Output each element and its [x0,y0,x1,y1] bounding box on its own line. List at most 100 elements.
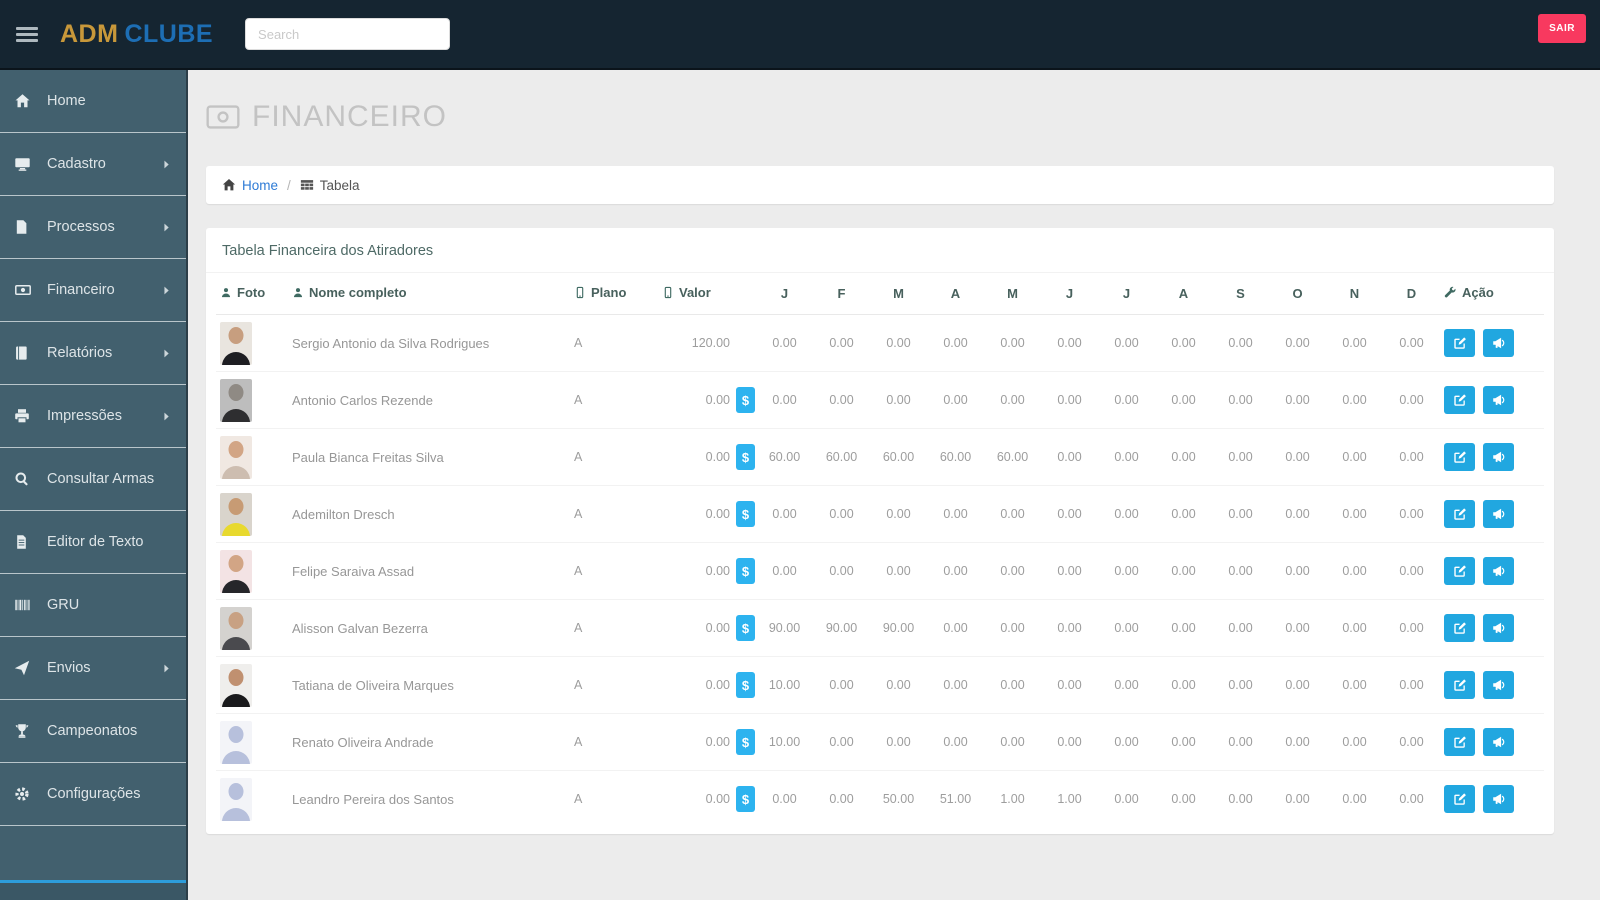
dollar-badge[interactable]: $ [736,615,755,641]
avatar [220,549,252,593]
plano-value: A [570,599,658,657]
month-value-4: 0.00 [927,314,984,372]
foto-cell [216,314,288,372]
table-header-row: Foto Nome completo Plano Valor JFMAMJJAS… [216,273,1544,315]
edit-button[interactable] [1444,557,1475,585]
edit-button[interactable] [1444,728,1475,756]
search-input[interactable] [245,18,451,50]
col-month-9: S [1212,273,1269,315]
edit-button[interactable] [1444,329,1475,357]
hamburger-menu-icon[interactable] [16,24,38,45]
month-value-10: 0.00 [1269,713,1326,771]
sidebar-item-editor-de-texto[interactable]: Editor de Texto [0,511,186,574]
action-cell [1440,599,1544,657]
sidebar-item-processos[interactable]: Processos [0,196,186,259]
book-icon [14,344,36,362]
announce-button[interactable] [1483,671,1515,699]
desktop-icon [14,155,36,173]
edit-icon [1453,792,1467,806]
edit-button[interactable] [1444,500,1475,528]
month-value-8: 0.00 [1171,792,1196,807]
sidebar-item-impressoes[interactable]: Impressões [0,385,186,448]
finance-table-head: Foto Nome completo Plano Valor JFMAMJJAS… [216,273,1544,315]
edit-icon [1453,507,1467,521]
announce-button[interactable] [1483,500,1515,528]
sidebar-item-configuracoes[interactable]: Configurações [0,763,186,826]
announce-button[interactable] [1483,557,1515,585]
edit-button[interactable] [1444,785,1475,814]
announce-button[interactable] [1483,785,1515,814]
dollar-badge[interactable]: $ [736,501,755,527]
breadcrumb: Home / Tabela [206,166,1554,204]
month-value-12: 0.00 [1383,656,1440,714]
sidebar-item-consultar-armas[interactable]: Consultar Armas [0,448,186,511]
month-value-7: 0.00 [1098,599,1155,657]
valor-value: 0.00 [705,450,730,464]
month-value-4: 0.00 [927,656,984,714]
chevron-right-icon [161,663,172,674]
announce-button[interactable] [1483,443,1515,471]
dollar-badge[interactable]: $ [736,387,755,413]
logo-adm: ADM [60,19,119,48]
dollar-badge[interactable]: $ [736,672,755,698]
sidebar-item-financeiro[interactable]: Financeiro [0,259,186,322]
chevron-right-icon [161,159,172,170]
dollar-badge[interactable]: $ [736,729,755,755]
valor-cell: 0.00 $ [658,656,756,714]
sidebar-bottom-strip [0,880,186,900]
main-content: FINANCEIRO Home / Tabela Tabela Financei… [190,70,1600,900]
sidebar-item-home[interactable]: Home [0,70,186,133]
month-value-9: 0.00 [1212,656,1269,714]
breadcrumb-home-link[interactable]: Home [222,178,278,193]
edit-button[interactable] [1444,614,1475,642]
chevron-right-icon [161,411,172,422]
valor-cell: 0.00 $ [658,371,756,429]
sidebar-item-label: Editor de Texto [47,534,144,550]
table-row: Ademilton Dresch A 0.00 $ 0.00 0.00 0.00 0.… [216,485,1544,543]
month-value-9: 0.00 [1212,485,1269,543]
plano-value: A [570,713,658,771]
foto-cell [216,485,288,543]
edit-button[interactable] [1444,671,1475,699]
announce-button[interactable] [1483,728,1515,756]
month-value-3: 50.00 [882,792,915,807]
finance-table-body: Sergio Antonio da Silva Rodrigues A 120.… [216,314,1544,828]
sidebar: Home Cadastro Processos Financeiro Relat… [0,70,188,900]
sidebar-item-label: Impressões [47,408,122,424]
month-value-5: 0.00 [984,485,1041,543]
month-value-1: 0.00 [772,792,797,807]
sidebar-item-label: Configurações [47,786,141,802]
month-value-2: 0.00 [813,371,870,429]
sidebar-item-campeonatos[interactable]: Campeonatos [0,700,186,763]
file-text-icon [14,533,36,551]
edit-button[interactable] [1444,386,1475,414]
sidebar-item-label: GRU [47,597,80,613]
edit-button[interactable] [1444,443,1475,471]
month-value-8: 0.00 [1155,314,1212,372]
month-value-6: 0.00 [1041,599,1098,657]
col-acao: Ação [1440,273,1544,315]
dollar-badge[interactable]: $ [736,558,755,584]
month-value-5: 0.00 [984,599,1041,657]
announce-button[interactable] [1483,614,1515,642]
sidebar-item-cadastro[interactable]: Cadastro [0,133,186,196]
table-icon [300,178,314,192]
announce-button[interactable] [1483,386,1515,414]
paper-plane-icon [14,659,36,677]
sidebar-item-label: Campeonatos [47,723,138,739]
announce-button[interactable] [1483,329,1515,357]
megaphone-icon [1492,678,1506,692]
month-value-12: 0.00 [1399,792,1424,807]
edit-icon [1453,621,1467,635]
logout-button[interactable]: SAIR [1538,14,1586,43]
month-value-12: 0.00 [1383,371,1440,429]
month-value-10: 0.00 [1269,371,1326,429]
dollar-badge[interactable]: $ [736,786,755,813]
sidebar-item-envios[interactable]: Envios [0,637,186,700]
sidebar-item-gru[interactable]: GRU [0,574,186,637]
sidebar-item-relatorios[interactable]: Relatórios [0,322,186,385]
dollar-badge[interactable]: $ [736,444,755,470]
megaphone-icon [1492,450,1506,464]
month-value-12: 0.00 [1383,713,1440,771]
month-value-11: 0.00 [1326,713,1383,771]
